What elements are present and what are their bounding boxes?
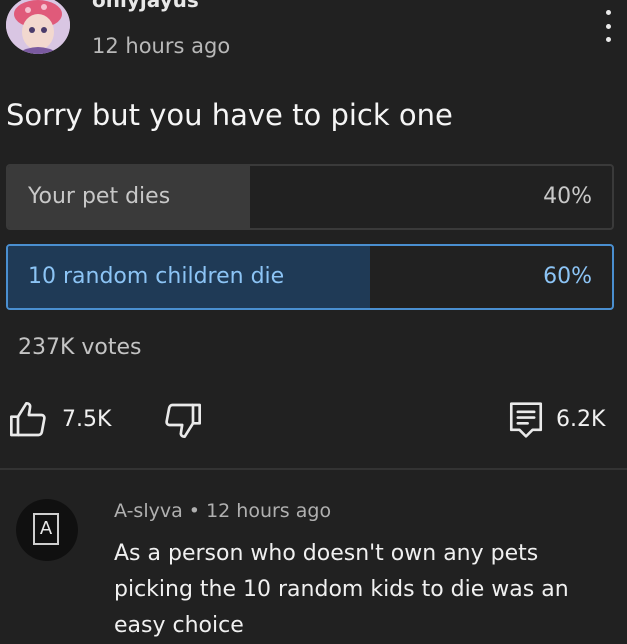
- post-author[interactable]: onlyjayus: [92, 0, 199, 12]
- reply-text: As a person who doesn't own any pets pic…: [114, 541, 569, 638]
- reply-avatar[interactable]: A: [16, 499, 78, 561]
- author-avatar[interactable]: [6, 0, 70, 54]
- vote-count: 237K votes: [18, 335, 142, 360]
- reply-meta: A-slyva • 12 hours ago: [114, 500, 331, 522]
- comment-icon[interactable]: [508, 400, 544, 444]
- avatar-letter: A: [33, 513, 59, 545]
- post-time: 12 hours ago: [92, 34, 231, 58]
- thumbs-up-icon[interactable]: [8, 400, 48, 444]
- divider: [0, 468, 627, 470]
- poll-option-label: Your pet dies: [28, 184, 171, 209]
- poll-option-percent: 60%: [543, 264, 592, 289]
- comment-count: 6.2K: [556, 407, 606, 432]
- reply-author[interactable]: A-slyva: [114, 500, 183, 522]
- like-count: 7.5K: [62, 407, 112, 432]
- poll-option-percent: 40%: [543, 184, 592, 209]
- post-title: Sorry but you have to pick one: [6, 98, 453, 132]
- more-options-icon[interactable]: [596, 10, 620, 42]
- poll-option-pet[interactable]: Your pet dies 40%: [6, 164, 614, 230]
- thumbs-down-icon[interactable]: [163, 400, 203, 444]
- poll-option-children[interactable]: 10 random children die 60%: [6, 244, 614, 310]
- meta-separator: •: [188, 500, 201, 522]
- poll-option-label: 10 random children die: [28, 264, 285, 289]
- reply-time: 12 hours ago: [206, 500, 332, 522]
